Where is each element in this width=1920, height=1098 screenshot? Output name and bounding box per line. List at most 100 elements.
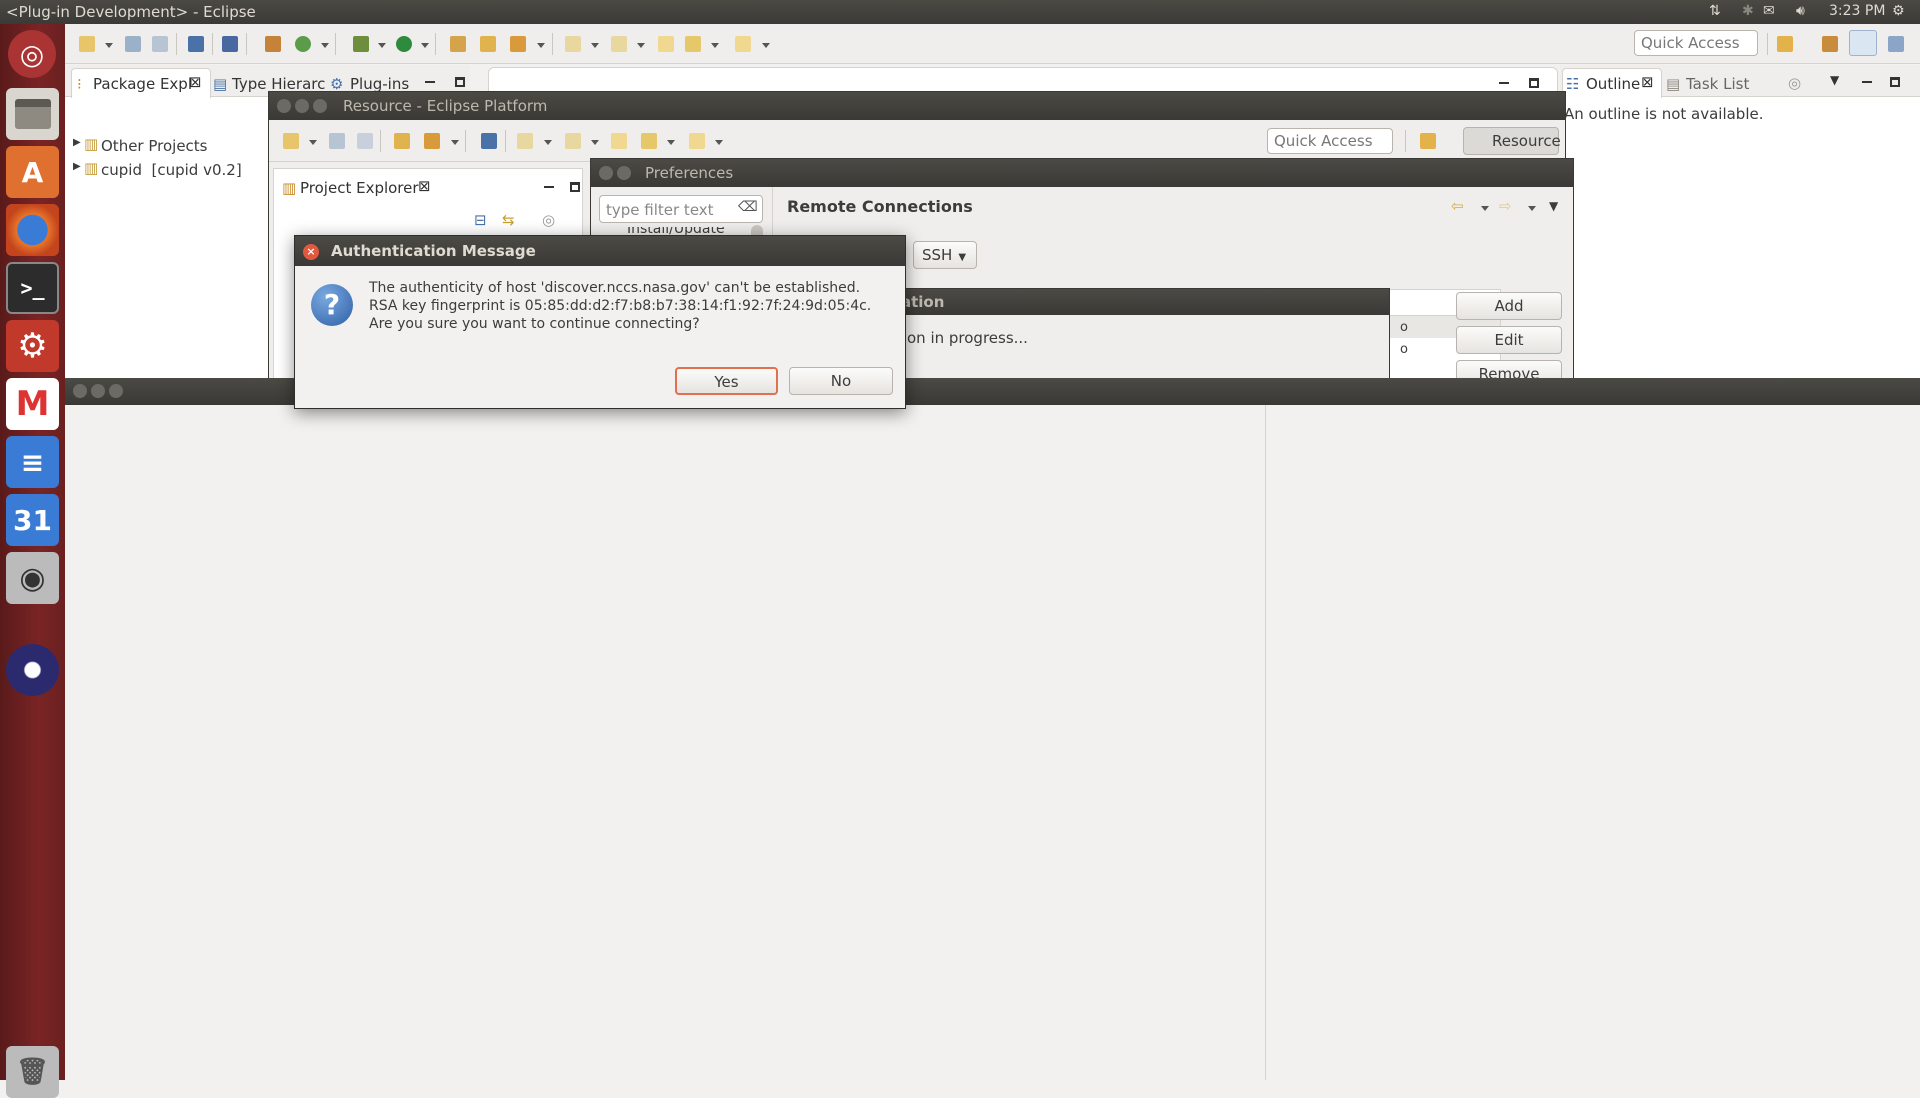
collapse-all-icon[interactable]: ⊟ — [474, 211, 487, 229]
back-icon[interactable]: ⇦ — [1451, 197, 1464, 215]
prev-annotation-icon[interactable] — [611, 36, 627, 52]
tree-item-install-update[interactable]: Install/Update — [627, 227, 725, 235]
last-edit-icon[interactable] — [658, 36, 674, 52]
connection-type-select[interactable]: SSH ▼ — [913, 241, 977, 269]
maximize-icon[interactable] — [313, 99, 327, 113]
open-folder-icon[interactable] — [394, 133, 410, 149]
tab-task-list[interactable]: Task List — [1686, 75, 1749, 93]
save-icon[interactable] — [125, 36, 141, 52]
clock[interactable]: 3:23 PM — [1829, 3, 1885, 19]
last-edit-icon[interactable] — [611, 133, 627, 149]
minimize-icon[interactable] — [544, 186, 554, 188]
filter-input[interactable]: type filter text ⌫ — [599, 195, 763, 223]
expand-arrow-icon[interactable]: ▶ — [73, 137, 81, 148]
back-icon[interactable] — [641, 133, 657, 149]
debug-perspective-icon[interactable] — [1888, 36, 1904, 52]
focus-icon[interactable]: ◎ — [542, 211, 555, 229]
minimize-icon[interactable] — [1862, 81, 1872, 83]
link-editor-icon[interactable]: ⇆ — [502, 211, 515, 229]
refresh-icon[interactable] — [295, 36, 311, 52]
firefox-icon[interactable] — [6, 204, 59, 256]
trash-icon[interactable]: 🗑︎ — [6, 1046, 59, 1098]
ubuntu-dash-icon[interactable]: ◎ — [8, 30, 56, 78]
files-icon[interactable] — [6, 88, 59, 140]
network-icon[interactable]: ⇅ — [1709, 3, 1721, 19]
open-type-icon[interactable] — [450, 36, 466, 52]
minimize-icon[interactable] — [1499, 82, 1509, 84]
focus-icon[interactable]: ◎ — [1788, 74, 1801, 92]
close-icon[interactable] — [277, 99, 291, 113]
open-perspective-icon[interactable] — [1777, 36, 1793, 52]
forward-icon[interactable]: ⇨ — [1499, 197, 1512, 215]
system-settings-icon[interactable]: ⚙ — [6, 320, 59, 372]
no-button[interactable]: No — [789, 367, 893, 395]
minimize-icon[interactable] — [425, 81, 435, 83]
minimize-icon[interactable] — [91, 384, 105, 398]
next-annotation-icon[interactable] — [565, 36, 581, 52]
gmail-icon[interactable]: M — [6, 378, 59, 430]
save-all-icon[interactable] — [357, 133, 373, 149]
console-icon[interactable] — [188, 36, 204, 52]
console-icon[interactable] — [481, 133, 497, 149]
quick-access-input[interactable]: Quick Access — [1634, 30, 1758, 56]
java-perspective-button[interactable] — [1849, 30, 1877, 56]
clear-filter-icon[interactable]: ⌫ — [738, 199, 758, 215]
camera-icon[interactable]: ◉ — [6, 552, 59, 604]
calendar-icon[interactable]: 31 — [6, 494, 59, 546]
close-icon[interactable]: ⊠ — [1641, 73, 1654, 91]
resource-perspective-button[interactable]: Resource — [1463, 127, 1561, 155]
mail-icon[interactable]: ✉ — [1763, 3, 1775, 19]
eclipse-icon[interactable] — [6, 644, 59, 696]
resource-window-titlebar[interactable]: Resource - Eclipse Platform — [269, 92, 1565, 120]
maximize-icon[interactable] — [570, 182, 580, 192]
new-icon[interactable] — [79, 36, 95, 52]
close-icon[interactable]: × — [303, 244, 319, 260]
view-menu-icon[interactable]: ▼ — [1830, 73, 1839, 87]
close-icon[interactable]: ⊠ — [418, 177, 431, 195]
prev-annotation-icon[interactable] — [565, 133, 581, 149]
tree-item-cupid[interactable]: cupid [cupid v0.2] — [101, 161, 242, 179]
tree-item-other-projects[interactable]: Other Projects — [101, 137, 208, 155]
auth-dialog-titlebar[interactable]: × Authentication Message — [295, 236, 905, 266]
software-center-icon[interactable]: A — [6, 146, 59, 198]
new-icon[interactable] — [283, 133, 299, 149]
pane-divider[interactable] — [1265, 405, 1266, 1080]
volume-icon[interactable]: 🔊︎ — [1796, 3, 1805, 19]
terminal-icon[interactable]: >_ — [6, 262, 59, 314]
search-icon[interactable] — [510, 36, 526, 52]
save-icon[interactable] — [329, 133, 345, 149]
quick-access-input[interactable]: Quick Access — [1267, 128, 1393, 154]
close-icon[interactable] — [73, 384, 87, 398]
gear-icon[interactable]: ⚙ — [1892, 3, 1905, 19]
search-icon[interactable] — [424, 133, 440, 149]
plugin-perspective-icon[interactable] — [1822, 36, 1838, 52]
skip-breakpoints-icon[interactable] — [222, 36, 238, 52]
bluetooth-icon[interactable]: ✱ — [1742, 3, 1754, 19]
open-folder-icon[interactable] — [480, 36, 496, 52]
add-button[interactable]: Add — [1456, 292, 1562, 320]
edit-button[interactable]: Edit — [1456, 326, 1562, 354]
forward-icon[interactable] — [689, 133, 705, 149]
progress-dialog-titlebar[interactable]: ation — [881, 289, 1389, 315]
close-icon[interactable] — [599, 166, 613, 180]
next-annotation-icon[interactable] — [517, 133, 533, 149]
remove-button[interactable]: Remove — [1456, 360, 1562, 380]
maximize-icon[interactable] — [1890, 77, 1900, 87]
back-icon[interactable] — [685, 36, 701, 52]
expand-arrow-icon[interactable]: ▶ — [73, 161, 81, 172]
close-icon[interactable]: ⊠ — [189, 73, 202, 91]
view-menu-icon[interactable]: ▼ — [1549, 199, 1558, 213]
maximize-icon[interactable] — [455, 77, 465, 87]
yes-button[interactable]: Yes — [675, 367, 778, 395]
maximize-icon[interactable] — [1529, 78, 1539, 88]
minimize-icon[interactable] — [295, 99, 309, 113]
forward-icon[interactable] — [735, 36, 751, 52]
docs-icon[interactable]: ≡ — [6, 436, 59, 488]
tab-project-explorer[interactable]: Project Explorer — [300, 179, 419, 197]
preferences-titlebar[interactable]: Preferences — [591, 159, 1573, 187]
package-icon[interactable] — [265, 36, 281, 52]
save-all-icon[interactable] — [152, 36, 168, 52]
run-icon[interactable] — [396, 36, 412, 52]
open-perspective-icon[interactable] — [1420, 133, 1436, 149]
debug-icon[interactable] — [353, 36, 369, 52]
